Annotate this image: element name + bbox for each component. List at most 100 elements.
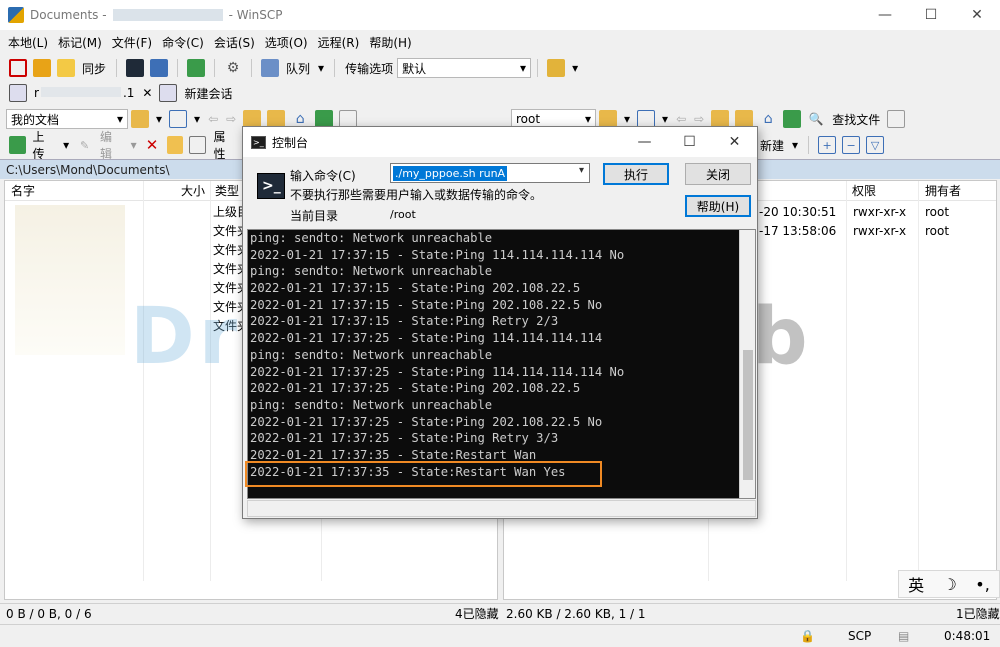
console-minimize-button[interactable]: — — [622, 127, 667, 157]
menu-options[interactable]: 选项(O) — [265, 34, 308, 51]
computer-icon — [9, 84, 27, 102]
plus-icon[interactable]: + — [818, 136, 837, 154]
edit-icon[interactable]: ✎ — [76, 136, 93, 154]
execute-button[interactable]: 执行 — [603, 163, 669, 185]
menu-session[interactable]: 会话(S) — [214, 34, 255, 51]
left-path: C:\Users\Mond\Documents\ — [6, 162, 170, 177]
cwd-value: /root — [390, 208, 416, 221]
output-line: ping: sendto: Network unreachable — [250, 231, 493, 245]
rename-icon[interactable] — [166, 136, 184, 154]
new-button[interactable]: 新建 — [760, 137, 784, 154]
console-icon: >_ — [251, 135, 266, 149]
terminal-icon[interactable] — [126, 59, 145, 77]
output-line: ping: sendto: Network unreachable — [250, 264, 493, 279]
search-icon[interactable]: 🔍 — [807, 110, 825, 128]
console-close-button[interactable]: ✕ — [712, 127, 757, 157]
menu-remote[interactable]: 远程(R) — [318, 34, 360, 51]
refresh-icon[interactable] — [783, 110, 802, 128]
session-tab[interactable]: r .1 — [34, 86, 134, 100]
console-output[interactable]: ping: sendto: Network unreachable 2022-0… — [247, 229, 756, 499]
column-owner[interactable]: 拥有者 — [925, 182, 961, 199]
menu-file[interactable]: 文件(F) — [112, 34, 152, 51]
output-line: ping: sendto: Network unreachable — [250, 397, 493, 412]
table-cell-changed: -17 13:58:06 — [759, 224, 837, 238]
sync-folder-icon[interactable] — [57, 59, 75, 77]
menu-bar: 本地(L) 标记(M) 文件(F) 命令(C) 会话(S) 选项(O) 远程(R… — [0, 32, 1000, 52]
transfer-icon: ▤ — [898, 629, 910, 643]
highlight-annotation — [245, 461, 602, 487]
queue-button[interactable]: 队列 — [286, 60, 310, 77]
delete-icon[interactable]: ✕ — [144, 136, 161, 154]
close-tab-icon[interactable]: ✕ — [142, 86, 152, 100]
right-hidden-count[interactable]: 1已隐藏 — [956, 605, 1000, 622]
chevron-down-icon[interactable]: ▾ — [318, 61, 324, 75]
punctuation-icon[interactable]: •, — [975, 575, 990, 594]
maximize-button[interactable]: ☐ — [908, 0, 954, 30]
sync-button[interactable]: 同步 — [82, 60, 106, 77]
left-selection-summary: 0 B / 0 B, 0 / 6 — [6, 606, 92, 621]
connection-status-bar: 🔒 SCP ▤ 0:48:01 — [0, 624, 1000, 647]
close-console-button[interactable]: 关闭 — [685, 163, 751, 185]
command-hint: 不要执行那些需要用户输入或数据传输的命令。 — [290, 188, 543, 202]
forward-arrow-icon[interactable]: ⇨ — [226, 112, 236, 126]
bookmark-icon[interactable] — [887, 110, 906, 128]
transfer-options-select[interactable]: 默认 ▾ — [397, 58, 532, 78]
moon-icon[interactable]: ☽ — [943, 575, 957, 594]
cwd-label: 当前目录 — [290, 209, 339, 223]
minus-icon[interactable]: − — [842, 136, 861, 154]
close-button[interactable]: ✕ — [954, 0, 1000, 30]
scrollbar-thumb[interactable] — [743, 350, 753, 480]
home-icon[interactable]: ⌂ — [759, 110, 777, 128]
console-maximize-button[interactable]: ☐ — [667, 127, 712, 157]
vertical-scrollbar[interactable] — [739, 230, 755, 498]
output-line: 2022-01-21 17:37:15 - State:Ping 114.114… — [250, 247, 625, 262]
transfer-settings-icon[interactable] — [547, 59, 566, 77]
column-type[interactable]: 类型 — [215, 182, 239, 199]
menu-local[interactable]: 本地(L) — [8, 34, 48, 51]
redacted-title — [112, 9, 223, 21]
minimize-button[interactable]: — — [862, 0, 908, 30]
protocol-label: SCP — [848, 629, 872, 643]
column-name[interactable]: 名字 — [11, 182, 35, 199]
window-title-prefix: Documents - — [30, 8, 107, 22]
edit-button[interactable]: 编辑 — [100, 128, 123, 162]
filter-icon[interactable]: ▽ — [866, 136, 885, 154]
column-size[interactable]: 大小 — [181, 182, 205, 199]
compare-dirs-icon[interactable] — [9, 59, 27, 77]
properties-icon[interactable] — [189, 136, 207, 154]
open-folder-icon[interactable] — [131, 110, 149, 128]
right-action-toolbar: 新建 ▾ + − ▽ — [756, 132, 1000, 158]
column-rights[interactable]: 权限 — [852, 182, 876, 199]
refresh-icon[interactable] — [187, 59, 206, 77]
elapsed-time: 0:48:01 — [944, 629, 991, 643]
upload-icon[interactable] — [8, 136, 26, 154]
upload-button[interactable]: 上传 — [33, 128, 56, 162]
back-arrow-icon[interactable]: ⇦ — [208, 112, 218, 126]
output-line: 2022-01-21 17:37:25 - State:Ping 202.108… — [250, 381, 581, 396]
filter-icon[interactable] — [169, 110, 188, 128]
ime-language[interactable]: 英 — [908, 572, 924, 596]
gear-icon[interactable]: ⚙ — [224, 59, 242, 77]
ime-indicator[interactable]: 英 ☽ •, — [898, 570, 1000, 598]
command-input[interactable]: ./my_pppoe.sh runA ▾ — [390, 163, 590, 183]
forward-arrow-icon[interactable]: ⇨ — [694, 112, 704, 126]
help-button[interactable]: 帮助(H) — [685, 195, 751, 217]
find-files-button[interactable]: 查找文件 — [832, 111, 880, 128]
menu-mark[interactable]: 标记(M) — [58, 34, 102, 51]
properties-button[interactable]: 属性 — [213, 128, 236, 162]
new-session-tab[interactable]: 新建会话 — [184, 85, 232, 102]
console-title: 控制台 — [272, 135, 309, 150]
menu-help[interactable]: 帮助(H) — [369, 34, 411, 51]
output-line: 2022-01-21 17:37:15 - State:Ping 202.108… — [250, 281, 581, 296]
queue-icon[interactable] — [261, 59, 280, 77]
sync-browse-icon[interactable] — [33, 59, 51, 77]
left-location-select[interactable]: 我的文档 ▾ — [6, 109, 128, 129]
putty-icon[interactable] — [150, 59, 169, 77]
menu-commands[interactable]: 命令(C) — [162, 34, 204, 51]
horizontal-scrollbar[interactable] — [247, 500, 756, 517]
chevron-down-icon[interactable]: ▾ — [579, 165, 584, 176]
winscp-logo-icon — [8, 7, 24, 23]
console-title-bar: >_ 控制台 — ☐ ✕ — [243, 127, 757, 157]
back-arrow-icon[interactable]: ⇦ — [676, 112, 686, 126]
left-hidden-count[interactable]: 4已隐藏 — [455, 605, 499, 622]
